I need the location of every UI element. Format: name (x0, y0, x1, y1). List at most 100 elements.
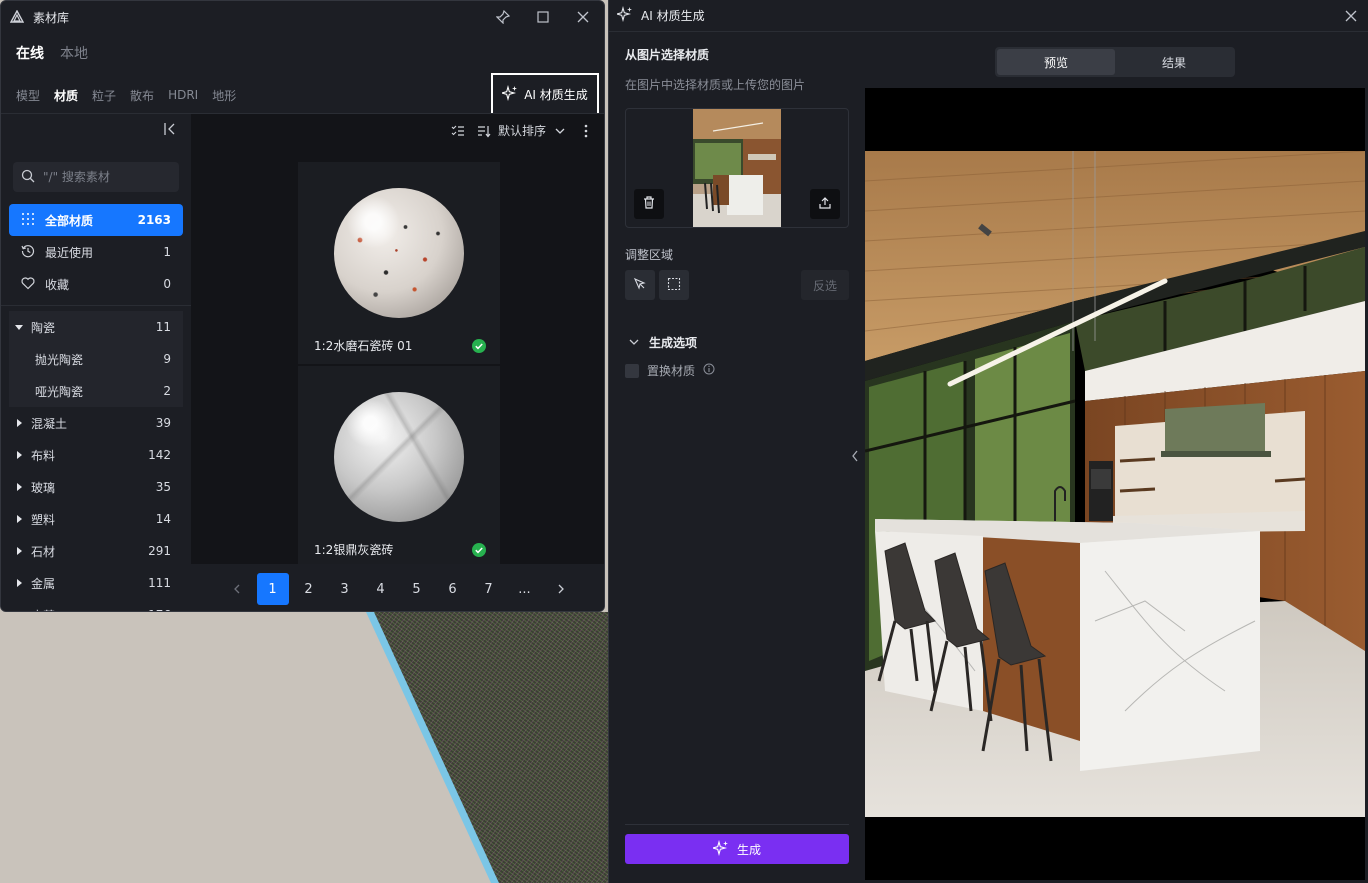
category-label: 陶瓷 (31, 320, 56, 335)
quick-filters: 全部材质 2163 最近使用 1 收藏 0 (9, 204, 183, 300)
page-button[interactable]: 4 (365, 573, 397, 605)
rect-select-button[interactable] (659, 270, 689, 300)
library-title: 素材库 (33, 10, 70, 25)
replace-material-option: 置换材质 (625, 362, 715, 379)
tab-particles[interactable]: 粒子 (92, 87, 116, 104)
maximize-icon[interactable] (534, 8, 552, 26)
next-page-button[interactable] (545, 573, 577, 605)
page-button[interactable]: 1 (256, 573, 289, 605)
preview-canvas[interactable] (865, 88, 1365, 880)
sort-label: 默认排序 (497, 124, 546, 138)
divider (1, 305, 191, 306)
page-button[interactable]: 5 (401, 573, 433, 605)
more-vertical-icon[interactable] (578, 123, 594, 139)
tab-preview[interactable]: 预览 (997, 49, 1115, 75)
category-polished-ceramic[interactable]: 抛光陶瓷 9 (9, 343, 183, 375)
category-label: 布料 (31, 448, 56, 463)
material-cards: 1:2水磨石瓷砖 01 1:2银鼎灰瓷砖 (298, 162, 500, 570)
close-icon[interactable] (1342, 7, 1360, 25)
caret-right-icon (15, 451, 23, 459)
ai-material-button[interactable]: AI 材质生成 (491, 73, 599, 116)
tab-hdri[interactable]: HDRI (168, 88, 198, 102)
category-stone[interactable]: 石材 291 (9, 535, 183, 567)
recent-item[interactable]: 最近使用 1 (9, 236, 183, 268)
material-card[interactable]: 1:2银鼎灰瓷砖 (298, 366, 500, 568)
category-label: 塑料 (31, 512, 56, 527)
category-glass[interactable]: 玻璃 35 (9, 471, 183, 503)
tab-materials[interactable]: 材质 (54, 87, 78, 104)
heart-icon (21, 276, 35, 293)
category-label: 石材 (31, 544, 56, 559)
downloaded-check-icon (472, 339, 486, 353)
app-logo-icon (9, 9, 25, 25)
favorites-item[interactable]: 收藏 0 (9, 268, 183, 300)
page-button[interactable]: 6 (437, 573, 469, 605)
category-label: 玻璃 (31, 480, 56, 495)
prev-page-button[interactable] (221, 573, 253, 605)
tab-local[interactable]: 本地 (60, 43, 88, 77)
page-ellipsis[interactable]: ... (509, 573, 541, 605)
section-title-adjust: 调整区域 (625, 248, 674, 262)
terrazzo-sphere (334, 188, 464, 318)
generation-options-header[interactable]: 生成选项 (629, 334, 697, 351)
trash-icon (643, 196, 655, 212)
tab-scatter[interactable]: 散布 (130, 87, 154, 104)
tab-models[interactable]: 模型 (16, 87, 40, 104)
tab-result[interactable]: 结果 (1115, 49, 1233, 75)
close-icon[interactable] (574, 8, 592, 26)
ai-material-panel: AI 材质生成 从图片选择材质 在图片中选择材质或上传您的图片 调整区域 反选 … (608, 0, 1368, 883)
category-count: 176 (148, 608, 179, 611)
sparkle-icon (614, 5, 633, 25)
replace-material-checkbox[interactable] (625, 363, 639, 378)
category-leather[interactable]: 皮革 176 (9, 599, 183, 611)
category-ceramic[interactable]: 陶瓷 11 (9, 311, 183, 343)
page-button[interactable]: 3 (329, 573, 361, 605)
tab-terrain[interactable]: 地形 (212, 87, 236, 104)
caret-right-icon (15, 483, 23, 491)
category-matte-ceramic[interactable]: 哑光陶瓷 2 (9, 375, 183, 407)
category-count: 2 (163, 384, 171, 398)
ai-preview-column: 预览 结果 (865, 32, 1368, 883)
info-icon[interactable] (703, 363, 715, 378)
library-body: 全部材质 2163 最近使用 1 收藏 0 (1, 113, 604, 611)
grid-dots-icon (21, 212, 35, 229)
hint-text: 在图片中选择材质或上传您的图片 (625, 78, 806, 92)
category-plastic[interactable]: 塑料 14 (9, 503, 183, 535)
tab-online[interactable]: 在线 (16, 43, 44, 77)
category-metal[interactable]: 金属 111 (9, 567, 183, 599)
checklist-icon[interactable] (450, 123, 466, 139)
collapse-panel-icon[interactable] (849, 448, 861, 464)
category-count: 111 (148, 576, 171, 590)
material-card[interactable]: 1:2水磨石瓷砖 01 (298, 162, 500, 364)
favorites-label: 收藏 (45, 277, 70, 292)
upload-image-button[interactable] (810, 189, 840, 219)
all-materials-item[interactable]: 全部材质 2163 (9, 204, 183, 236)
caret-down-icon (15, 323, 23, 331)
invert-selection-button[interactable]: 反选 (801, 270, 849, 300)
collapse-sidebar-icon[interactable] (163, 122, 179, 138)
search-icon (21, 169, 35, 186)
search-input[interactable] (43, 170, 163, 184)
delete-image-button[interactable] (634, 189, 664, 219)
all-materials-label: 全部材质 (45, 213, 94, 228)
category-count: 11 (155, 320, 171, 334)
source-image-thumbnail[interactable] (693, 109, 781, 227)
page-button[interactable]: 7 (473, 573, 505, 605)
grey-marble-sphere (334, 392, 464, 522)
page-button[interactable]: 2 (293, 573, 325, 605)
recent-label: 最近使用 (45, 245, 94, 260)
caret-right-icon (15, 515, 23, 523)
category-fabric[interactable]: 布料 142 (9, 439, 183, 471)
library-window: 素材库 在线 本地 模型 材质 粒子 散布 HDRI 地形 AI 材质生成 "/… (0, 0, 605, 612)
select-pointer-button[interactable] (625, 270, 655, 300)
caret-right-icon (15, 547, 23, 555)
sort-dropdown[interactable]: 默认排序 (476, 122, 568, 139)
ai-panel-title: AI 材质生成 (641, 9, 705, 23)
category-label: 哑光陶瓷 (35, 384, 84, 399)
pin-icon[interactable] (494, 8, 512, 26)
category-sidebar: 全部材质 2163 最近使用 1 收藏 0 (1, 114, 191, 611)
generate-button[interactable]: 生成 (625, 834, 849, 864)
history-icon (21, 244, 35, 261)
category-concrete[interactable]: 混凝土 39 (9, 407, 183, 439)
type-tabs: 模型 材质 粒子 散布 HDRI 地形 AI 材质生成 (1, 73, 604, 116)
